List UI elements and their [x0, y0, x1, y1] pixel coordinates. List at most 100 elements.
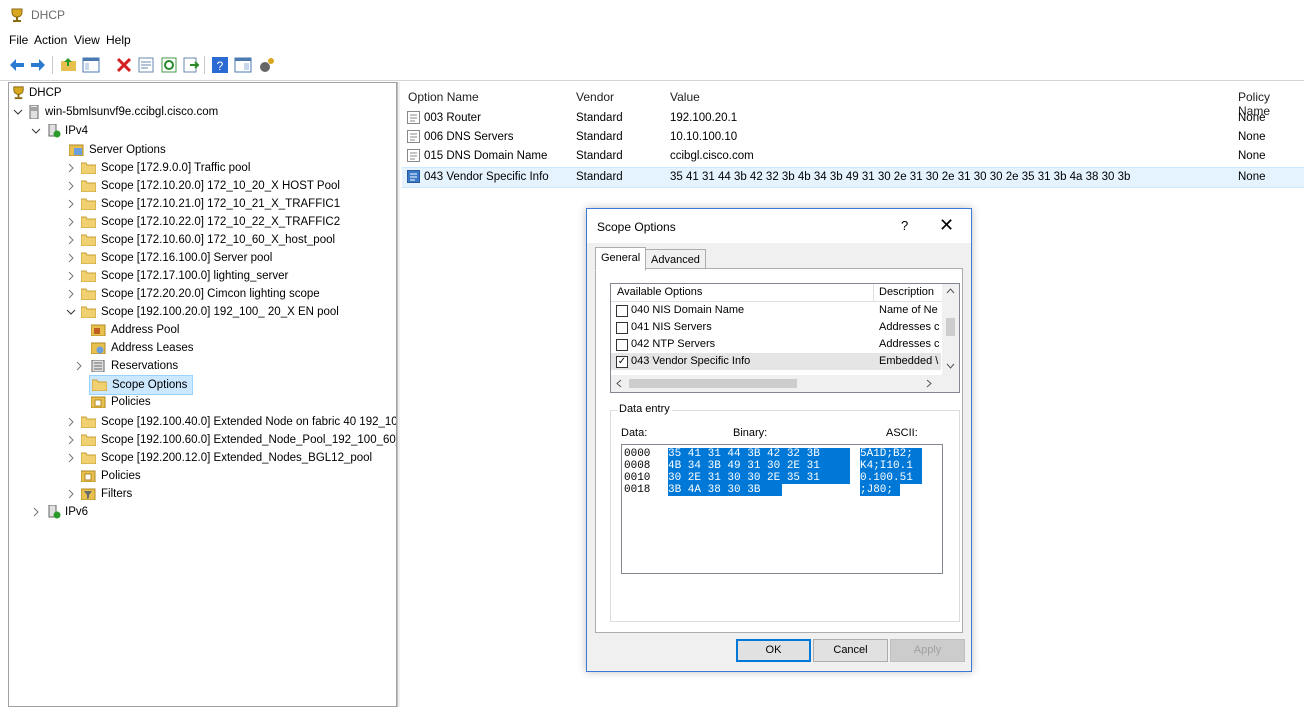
scroll-left-icon[interactable] — [615, 379, 623, 388]
binary-data-editor[interactable]: 0000 35 41 31 44 3B 42 32 3B 5A1D;B2; 00… — [621, 444, 943, 574]
column-header-available-options[interactable]: Available Options — [617, 286, 702, 298]
tree-node-server-options[interactable]: Server Options — [69, 141, 219, 159]
tree-node-ipv4[interactable]: IPv4 — [29, 122, 229, 140]
tree-node-scope[interactable]: Scope [172.10.22.0] 172_10_22_X_TRAFFIC2 — [66, 213, 396, 231]
properties-icon[interactable] — [137, 56, 155, 74]
chevron-down-icon[interactable] — [66, 303, 76, 321]
delete-icon[interactable] — [115, 56, 133, 74]
list-item-option-selected[interactable]: ✓ 043 Vendor Specific Info Embedded \ — [611, 353, 941, 370]
tree-node-filters[interactable]: Filters — [66, 485, 186, 503]
cell-option-name: 006 DNS Servers — [424, 131, 514, 143]
chevron-right-icon[interactable] — [66, 249, 76, 267]
column-header-description[interactable]: Description — [879, 286, 934, 298]
back-arrow-icon[interactable] — [8, 56, 26, 74]
folder-icon — [81, 270, 96, 282]
chevron-down-icon[interactable] — [13, 103, 23, 121]
scroll-thumb[interactable] — [946, 318, 955, 336]
chevron-right-icon[interactable] — [66, 449, 76, 467]
show-hide-tree-icon[interactable] — [82, 56, 100, 74]
menu-view[interactable]: View — [74, 33, 100, 47]
option-checkbox[interactable] — [616, 339, 628, 351]
chevron-right-icon[interactable] — [66, 195, 76, 213]
tree-node-address-pool[interactable]: Address Pool — [91, 321, 251, 339]
folder-icon — [81, 234, 96, 246]
tab-advanced[interactable]: Advanced — [645, 249, 706, 270]
menu-help[interactable]: Help — [106, 33, 131, 47]
chevron-right-icon[interactable] — [66, 177, 76, 195]
tree-node-server[interactable]: win-5bmlsunvf9e.ccibgl.cisco.com — [11, 103, 331, 121]
available-options-list[interactable]: Available Options Description 040 NIS Do… — [610, 283, 960, 393]
tab-general[interactable]: General — [595, 247, 647, 271]
menu-action[interactable]: Action — [34, 33, 67, 47]
list-item-option[interactable]: 041 NIS Servers Addresses c — [611, 319, 941, 336]
chevron-right-icon[interactable] — [31, 503, 41, 521]
tree-node-scope[interactable]: Scope [172.17.100.0] lighting_server — [66, 267, 396, 285]
tree-node-scope[interactable]: Scope [172.10.21.0] 172_10_21_X_TRAFFIC1 — [66, 195, 396, 213]
list-item-option[interactable]: 040 NIS Domain Name Name of Ne — [611, 302, 941, 319]
cell-option-name: 015 DNS Domain Name — [424, 150, 548, 162]
list-item-option[interactable]: 042 NTP Servers Addresses c — [611, 336, 941, 353]
cancel-button[interactable]: Cancel — [813, 639, 888, 662]
server-config-icon[interactable] — [258, 56, 276, 74]
chevron-right-icon[interactable] — [66, 431, 76, 449]
forward-arrow-icon[interactable] — [29, 56, 47, 74]
chevron-right-icon[interactable] — [66, 213, 76, 231]
tree-node-scope[interactable]: Scope [172.10.60.0] 172_10_60_X_host_poo… — [66, 231, 396, 249]
tree-node-address-leases[interactable]: Address Leases — [91, 339, 251, 357]
option-checkbox-checked[interactable]: ✓ — [616, 356, 628, 368]
menu-file[interactable]: File — [9, 33, 28, 47]
cell-option-name: 003 Router — [424, 112, 481, 124]
up-folder-icon[interactable] — [60, 56, 78, 74]
option-checkbox[interactable] — [616, 305, 628, 317]
help-button[interactable]: ? — [901, 218, 908, 233]
tree-node-scope-policies[interactable]: Policies — [91, 393, 251, 411]
table-row[interactable]: 015 DNS Domain Name Standard ccibgl.cisc… — [402, 147, 1304, 166]
option-checkbox[interactable] — [616, 322, 628, 334]
chevron-right-icon[interactable] — [66, 267, 76, 285]
tree-node-scope[interactable]: Scope [192.200.12.0] Extended_Nodes_BGL1… — [66, 449, 396, 467]
chevron-right-icon[interactable] — [66, 413, 76, 431]
export-list-icon[interactable] — [182, 56, 200, 74]
vertical-scrollbar[interactable] — [942, 284, 959, 375]
chevron-down-icon[interactable] — [31, 122, 41, 140]
option-description: Embedded \ — [879, 355, 939, 367]
option-icon — [407, 130, 420, 143]
tree-node-policies[interactable]: Policies — [81, 467, 201, 485]
horizontal-scrollbar[interactable] — [611, 375, 959, 392]
table-row[interactable]: 006 DNS Servers Standard 10.10.100.10 No… — [402, 128, 1304, 147]
ok-button[interactable]: OK — [736, 639, 811, 662]
help-icon[interactable]: ? — [211, 56, 229, 74]
scroll-up-icon[interactable] — [946, 287, 955, 295]
apply-button[interactable]: Apply — [890, 639, 965, 662]
tree-node-scope-expanded[interactable]: Scope [192.100.20.0] 192_100_ 20_X EN po… — [66, 303, 396, 321]
close-button[interactable]: ✕ — [939, 215, 954, 236]
action-pane-icon[interactable] — [234, 56, 252, 74]
tree-node-scope[interactable]: Scope [172.16.100.0] Server pool — [66, 249, 396, 267]
tree-node-scope-options[interactable]: Scope Options — [89, 375, 193, 395]
tree-node-ipv6[interactable]: IPv6 — [31, 503, 151, 521]
table-row-selected[interactable]: 043 Vendor Specific Info Standard 35 41 … — [402, 167, 1304, 188]
scroll-thumb[interactable] — [629, 379, 797, 388]
chevron-right-icon[interactable] — [66, 285, 76, 303]
column-header-vendor[interactable]: Vendor — [576, 90, 614, 104]
ascii-column-label: ASCII: — [886, 427, 918, 439]
refresh-icon[interactable] — [160, 56, 178, 74]
tree-node-dhcp[interactable]: DHCP — [11, 84, 211, 102]
tree-node-scope[interactable]: Scope [172.20.20.0] Cimcon lighting scop… — [66, 285, 396, 303]
chevron-right-icon[interactable] — [74, 357, 84, 375]
cell-policy: None — [1238, 131, 1266, 143]
hex-bytes: 30 2E 31 30 30 2E 35 31 — [668, 472, 850, 484]
table-row[interactable]: 003 Router Standard 192.100.20.1 None — [402, 109, 1304, 128]
chevron-right-icon[interactable] — [66, 485, 76, 503]
chevron-right-icon[interactable] — [66, 159, 76, 177]
tree-node-reservations[interactable]: Reservations — [74, 357, 254, 375]
column-header-option-name[interactable]: Option Name — [408, 90, 479, 104]
chevron-right-icon[interactable] — [66, 231, 76, 249]
column-header-value[interactable]: Value — [670, 90, 700, 104]
tree-node-scope[interactable]: Scope [192.100.60.0] Extended_Node_Pool_… — [66, 431, 396, 449]
tree-node-scope[interactable]: Scope [172.9.0.0] Traffic pool — [66, 159, 396, 177]
tree-node-scope[interactable]: Scope [172.10.20.0] 172_10_20_X HOST Poo… — [66, 177, 396, 195]
tree-node-scope[interactable]: Scope [192.100.40.0] Extended Node on fa… — [66, 413, 396, 431]
scroll-right-icon[interactable] — [925, 379, 933, 388]
scroll-down-icon[interactable] — [946, 362, 955, 370]
